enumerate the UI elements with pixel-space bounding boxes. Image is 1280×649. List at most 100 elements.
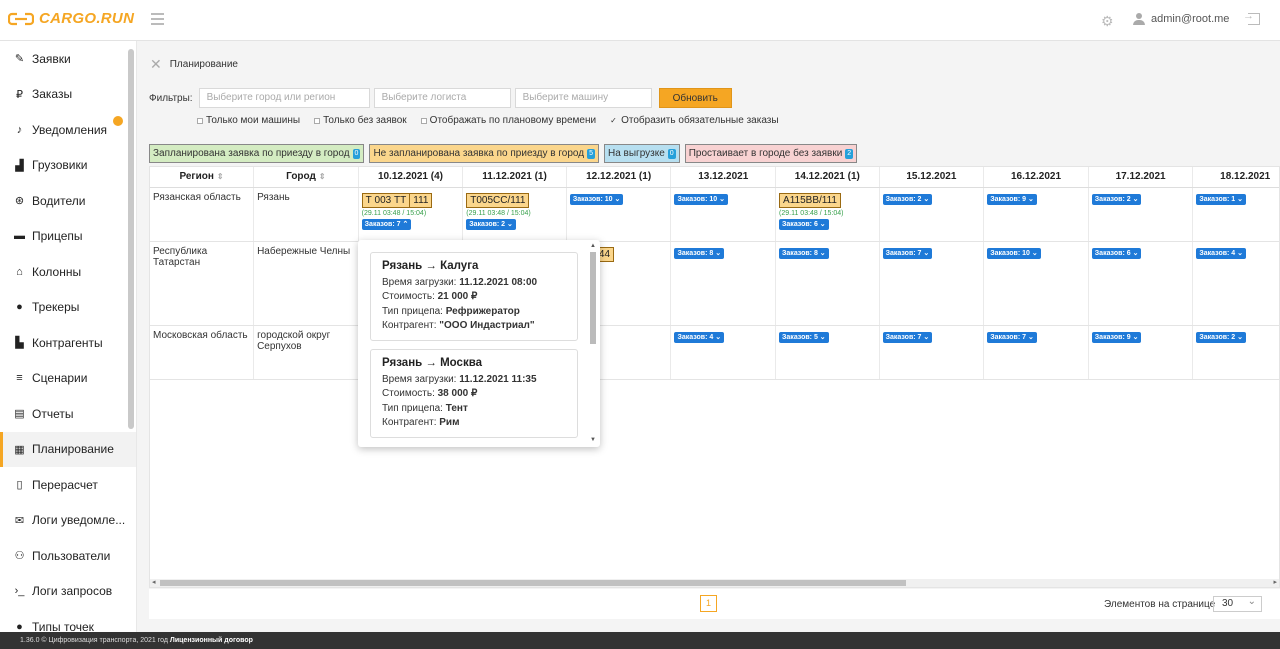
sidebar-item-label: Перерасчет: [32, 477, 98, 492]
sidebar-item-3[interactable]: ▟ Грузовики: [0, 148, 136, 184]
orders-dropdown[interactable]: Заказов: 6: [779, 218, 829, 230]
sort-icon[interactable]: ⇕: [217, 172, 224, 181]
city-region-select[interactable]: Выберите город или регион: [198, 88, 370, 108]
trailer-label: Тип прицепа:: [382, 402, 443, 414]
close-icon[interactable]: ✕: [150, 56, 162, 73]
legend: Запланирована заявка по приезду в город 0…: [149, 144, 858, 163]
sidebar-item-7[interactable]: ● Трекеры: [0, 290, 136, 326]
org-icon: ▙: [15, 337, 24, 350]
schedule-cell: Заказов: 2: [1192, 325, 1279, 380]
orders-dropdown[interactable]: Заказов: 2: [1091, 193, 1142, 205]
checkbox-icon[interactable]: [420, 117, 427, 124]
truck-select[interactable]: Выберите машину: [514, 88, 652, 108]
filter-checkbox[interactable]: Только без заявок: [314, 115, 407, 126]
load-time-label: Время загрузки:: [382, 373, 457, 385]
sidebar-item-13[interactable]: ✉ Логи уведомле...: [0, 503, 136, 539]
orders-dropdown[interactable]: Заказов: 4: [674, 331, 725, 343]
region-name: Республика Татарстан: [153, 245, 208, 268]
legend-item[interactable]: Запланирована заявка по приезду в город 0: [149, 144, 365, 163]
sidebar-item-4[interactable]: ⊛ Водители: [0, 183, 136, 219]
orders-dropdown[interactable]: Заказов: 2: [466, 218, 516, 230]
sidebar-item-1[interactable]: ₽ Заказы: [0, 77, 136, 113]
order-card[interactable]: Рязань → Москва Время загрузки: 11.12.20…: [370, 349, 578, 438]
sidebar-item-14[interactable]: ⚇ Пользователи: [0, 538, 136, 574]
region-cell: Республика Татарстан: [150, 241, 255, 326]
sidebar-item-5[interactable]: ▬ Прицепы: [0, 219, 136, 255]
checkbox-icon[interactable]: [314, 117, 321, 124]
sidebar-item-6[interactable]: ⌂ Колонны: [0, 254, 136, 290]
menu-toggle-icon[interactable]: [151, 13, 164, 25]
sidebar-item-11[interactable]: ▦ Планирование: [0, 431, 136, 467]
column-header-label: 11.12.2021 (1): [482, 171, 547, 183]
per-page-select[interactable]: 30: [1213, 595, 1262, 612]
sidebar-item-2[interactable]: ♪ Уведомления: [0, 112, 136, 148]
filter-checkbox[interactable]: ✓ Отобразить обязательные заказы: [610, 115, 778, 126]
order-card[interactable]: Рязань → Калуга Время загрузки: 11.12.20…: [370, 252, 578, 341]
table-row: Республика ТатарстанНабережные ЧелныКА44…: [150, 241, 1279, 326]
orders-dropdown[interactable]: Заказов: 2: [882, 193, 933, 205]
orders-dropdown[interactable]: Заказов: 6: [1091, 247, 1142, 259]
sidebar-item-9[interactable]: ≡ Сценарии: [0, 361, 136, 397]
main-content: ✕ Планирование Фильтры: Выберите город и…: [137, 41, 1280, 632]
checkbox-label: Только мои машины: [206, 115, 301, 126]
logout-icon[interactable]: [1243, 10, 1260, 25]
checkbox-icon[interactable]: ✓: [610, 116, 618, 125]
orders-popup: Рязань → Калуга Время загрузки: 11.12.20…: [358, 240, 600, 447]
orders-dropdown[interactable]: Заказов: 7: [361, 218, 412, 230]
orders-dropdown[interactable]: Заказов: 8: [674, 247, 725, 259]
horizontal-scrollbar[interactable]: ◂ ▸: [150, 579, 1279, 587]
legend-item[interactable]: Простаивает в городе без заявки 2: [684, 144, 858, 163]
logist-select[interactable]: Выберите логиста: [373, 88, 511, 108]
gear-icon[interactable]: ⚙: [1101, 14, 1114, 28]
popup-scroll-down-icon[interactable]: ▼: [590, 437, 596, 443]
sidebar-item-12[interactable]: ▯ Перерасчет: [0, 467, 136, 503]
order-route: Рязань → Москва: [382, 357, 483, 369]
page-1-button[interactable]: 1: [700, 595, 717, 612]
orders-dropdown[interactable]: Заказов: 8: [779, 247, 829, 259]
truck-tag[interactable]: А115ВВ/111: [779, 192, 841, 208]
sidebar-item-10[interactable]: ▤ Отчеты: [0, 396, 136, 432]
scrollbar-thumb[interactable]: [160, 580, 906, 586]
orders-dropdown[interactable]: Заказов: 10: [987, 247, 1041, 259]
load-time: 11.12.2021 08:00: [459, 276, 538, 288]
popup-scrollbar[interactable]: [590, 252, 596, 344]
legend-item[interactable]: Не запланирована заявка по приезду в гор…: [369, 144, 599, 163]
user-menu[interactable]: admin@root.me: [1133, 13, 1229, 25]
city-name: городской округ Серпухов: [257, 329, 331, 352]
sidebar-item-0[interactable]: ✎ Заявки: [0, 41, 136, 77]
truck-tag[interactable]: Т 003 ТТ 111: [361, 192, 433, 208]
logo[interactable]: CARGO.RUN: [8, 10, 134, 27]
legend-count: 5: [587, 148, 595, 159]
sidebar-item-8[interactable]: ▙ Контрагенты: [0, 325, 136, 361]
scroll-right-icon[interactable]: ▸: [1273, 579, 1277, 587]
checkbox-icon[interactable]: [197, 117, 203, 124]
popup-scroll-up-icon[interactable]: ▲: [590, 243, 596, 249]
column-header[interactable]: Город ⇕: [253, 167, 359, 188]
sidebar-item-label: Планирование: [32, 442, 114, 457]
city-cell: Набережные Челны: [253, 241, 359, 326]
sort-icon[interactable]: ⇕: [319, 172, 326, 181]
sidebar-item-15[interactable]: ›_ Логи запросов: [0, 574, 136, 610]
orders-dropdown[interactable]: Заказов: 1: [1196, 193, 1247, 205]
legend-item[interactable]: На выгрузке 0: [604, 144, 680, 163]
orders-dropdown[interactable]: Заказов: 2: [1196, 331, 1247, 343]
orders-dropdown[interactable]: Заказов: 7: [882, 247, 933, 259]
filter-checkbox[interactable]: Отображать по плановому времени: [420, 115, 596, 126]
footer: 1.36.0 © Цифровизация транспорта, 2021 г…: [0, 632, 1280, 649]
truck-tag[interactable]: Т005СС/111: [466, 192, 530, 208]
orders-dropdown[interactable]: Заказов: 10: [674, 193, 728, 205]
orders-dropdown[interactable]: Заказов: 9: [1091, 331, 1142, 343]
orders-dropdown[interactable]: Заказов: 4: [1196, 247, 1247, 259]
sidebar-scrollbar[interactable]: [128, 49, 134, 429]
column-header[interactable]: Регион ⇕: [150, 167, 255, 188]
license-link[interactable]: Лицензионный договор: [170, 637, 253, 644]
sidebar-item-16[interactable]: ● Типы точек: [0, 609, 136, 632]
orders-dropdown[interactable]: Заказов: 9: [987, 193, 1037, 205]
orders-dropdown[interactable]: Заказов: 7: [987, 331, 1037, 343]
update-button[interactable]: Обновить: [658, 88, 732, 108]
orders-dropdown[interactable]: Заказов: 7: [882, 331, 933, 343]
filter-checkbox[interactable]: Только мои машины: [197, 115, 300, 126]
orders-dropdown[interactable]: Заказов: 5: [779, 331, 829, 343]
orders-dropdown[interactable]: Заказов: 10: [569, 193, 624, 205]
scroll-left-icon[interactable]: ◂: [152, 579, 156, 587]
